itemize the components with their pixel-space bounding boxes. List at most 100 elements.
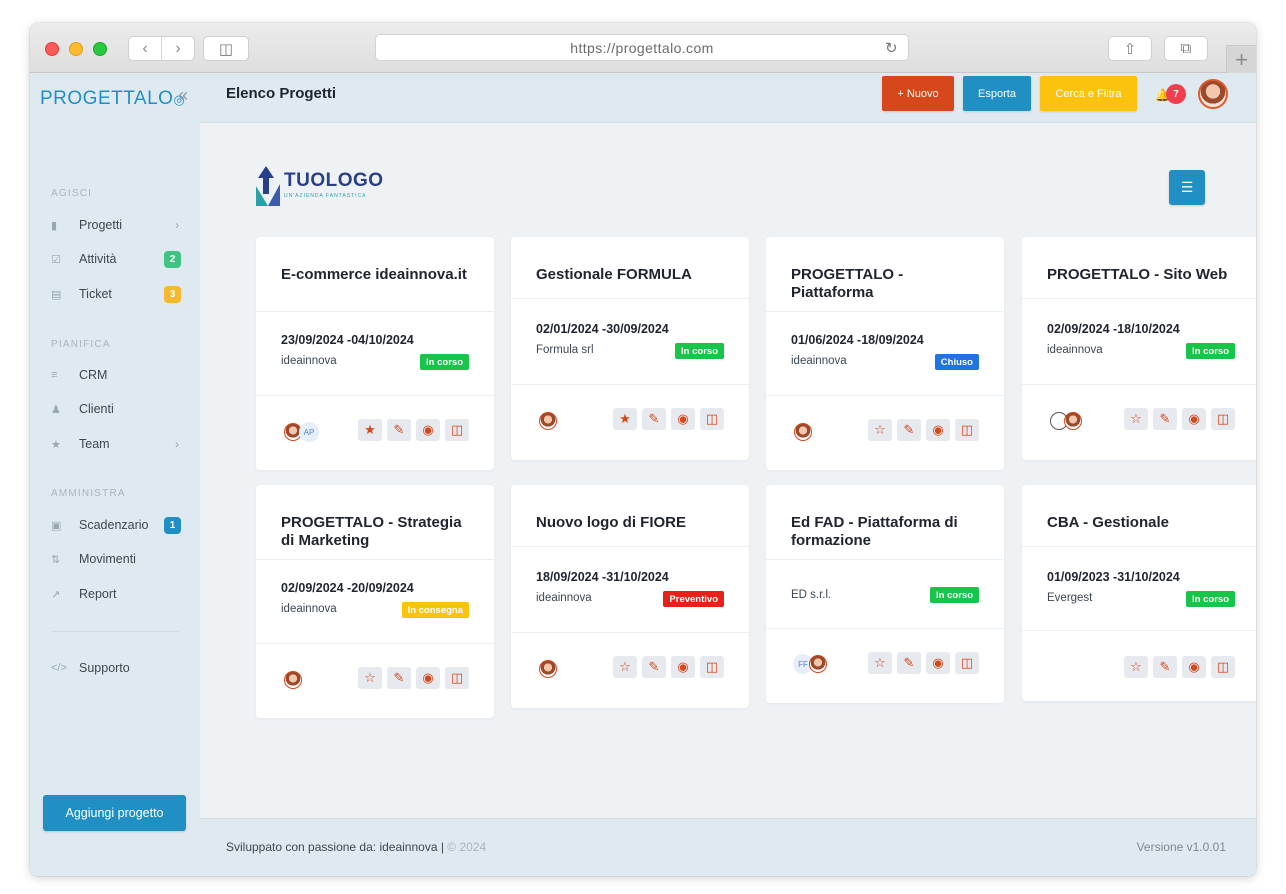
edit-pencil-icon[interactable]: ✎	[897, 652, 921, 674]
address-bar[interactable]: https://progettalo.com ↻	[375, 34, 909, 61]
avatar[interactable]	[539, 660, 557, 678]
project-card[interactable]: PROGETTALO - Strategia di Marketing 02/0…	[256, 485, 494, 718]
sidebar-item-clients[interactable]: ♟ Clienti	[51, 399, 181, 419]
favorite-star-icon[interactable]: ☆	[358, 667, 382, 689]
tabs-overview-icon[interactable]: ⧉	[1164, 36, 1208, 61]
avatar[interactable]	[539, 412, 557, 430]
sidebar-item-projects[interactable]: ▮ Progetti ›	[51, 215, 181, 235]
delete-trash-icon[interactable]: ◫	[445, 667, 469, 689]
notification-count-badge[interactable]: 7	[1166, 84, 1186, 104]
sidebar-item-movements[interactable]: ⇅ Movimenti	[51, 549, 181, 569]
project-title[interactable]: CBA - Gestionale	[1047, 514, 1242, 532]
delete-trash-icon[interactable]: ◫	[700, 656, 724, 678]
sidebar-item-team[interactable]: ★ Team ›	[51, 434, 181, 454]
edit-pencil-icon[interactable]: ✎	[387, 419, 411, 441]
avatar-initials[interactable]: AP	[299, 422, 319, 442]
close-window-button[interactable]	[45, 42, 59, 56]
project-dates: 18/09/2024 -31/10/2024	[536, 570, 669, 584]
delete-trash-icon[interactable]: ◫	[955, 419, 979, 441]
favorite-star-icon[interactable]: ☆	[1124, 408, 1148, 430]
minimize-window-button[interactable]	[69, 42, 83, 56]
chevron-right-icon: ›	[175, 437, 179, 451]
view-eye-icon[interactable]: ◉	[1182, 656, 1206, 678]
user-avatar[interactable]	[1198, 79, 1228, 109]
add-project-button[interactable]: Aggiungi progetto	[43, 795, 186, 831]
project-title[interactable]: PROGETTALO - Strategia di Marketing	[281, 514, 476, 550]
page-title: Elenco Progetti	[226, 85, 337, 102]
view-eye-icon[interactable]: ◉	[1182, 408, 1206, 430]
project-dates: 02/01/2024 -30/09/2024	[536, 322, 669, 336]
project-card[interactable]: PROGETTALO - Piattaforma 01/06/2024 -18/…	[766, 237, 1004, 470]
project-title[interactable]: Gestionale FORMULA	[536, 266, 731, 284]
sidebar-item-ticket[interactable]: ▤ Ticket 3	[51, 284, 181, 304]
avatar[interactable]	[284, 671, 302, 689]
edit-pencil-icon[interactable]: ✎	[642, 656, 666, 678]
favorite-star-icon[interactable]: ☆	[868, 419, 892, 441]
back-arrow-icon[interactable]: ‹	[129, 37, 162, 60]
collapse-sidebar-icon[interactable]: «	[178, 85, 188, 106]
edit-pencil-icon[interactable]: ✎	[1153, 656, 1177, 678]
project-client: ideainnova	[536, 592, 592, 604]
card-divider	[766, 628, 1004, 629]
sidebar-item-support[interactable]: </> Supporto	[51, 658, 181, 678]
status-badge: In consegna	[401, 602, 469, 618]
edit-pencil-icon[interactable]: ✎	[1153, 408, 1177, 430]
forward-arrow-icon[interactable]: ›	[162, 37, 194, 60]
delete-trash-icon[interactable]: ◫	[1211, 656, 1235, 678]
favorite-star-icon[interactable]: ☆	[868, 652, 892, 674]
project-title[interactable]: PROGETTALO - Sito Web	[1047, 266, 1242, 284]
project-title[interactable]: Ed FAD - Piattaforma di formazione	[791, 514, 986, 550]
transfer-icon: ⇅	[51, 553, 61, 566]
app-logo[interactable]: PROGETTALO◎	[40, 88, 185, 110]
card-divider	[1022, 298, 1256, 299]
view-eye-icon[interactable]: ◉	[671, 408, 695, 430]
avatar[interactable]	[809, 655, 827, 673]
list-view-button[interactable]: ☰	[1169, 170, 1205, 205]
project-card[interactable]: CBA - Gestionale 01/09/2023 -31/10/2024 …	[1022, 485, 1256, 701]
avatar[interactable]	[1064, 412, 1082, 430]
sidebar-toggle-icon[interactable]: ◫	[203, 36, 249, 61]
project-title[interactable]: PROGETTALO - Piattaforma	[791, 266, 986, 302]
new-project-button[interactable]: + Nuovo	[882, 76, 954, 111]
project-card[interactable]: PROGETTALO - Sito Web 02/09/2024 -18/10/…	[1022, 237, 1256, 460]
sidebar-item-report[interactable]: ↗ Report	[51, 584, 181, 604]
view-eye-icon[interactable]: ◉	[926, 419, 950, 441]
delete-trash-icon[interactable]: ◫	[700, 408, 724, 430]
project-card[interactable]: Nuovo logo di FIORE 18/09/2024 -31/10/20…	[511, 485, 749, 708]
sidebar-item-crm[interactable]: ≡ CRM	[51, 365, 181, 385]
project-title[interactable]: E-commerce ideainnova.it	[281, 266, 476, 284]
new-tab-icon[interactable]: +	[1226, 45, 1256, 73]
project-card[interactable]: Gestionale FORMULA 02/01/2024 -30/09/202…	[511, 237, 749, 460]
card-actions: ☆ ✎ ◉ ◫	[358, 667, 469, 689]
project-card[interactable]: E-commerce ideainnova.it 23/09/2024 -04/…	[256, 237, 494, 470]
delete-trash-icon[interactable]: ◫	[445, 419, 469, 441]
export-button[interactable]: Esporta	[963, 76, 1031, 111]
avatar[interactable]	[794, 423, 812, 441]
project-title[interactable]: Nuovo logo di FIORE	[536, 514, 731, 532]
edit-pencil-icon[interactable]: ✎	[642, 408, 666, 430]
project-card[interactable]: Ed FAD - Piattaforma di formazione ED s.…	[766, 485, 1004, 703]
card-divider	[766, 311, 1004, 312]
view-eye-icon[interactable]: ◉	[926, 652, 950, 674]
sidebar-divider	[51, 631, 179, 632]
search-filter-button[interactable]: Cerca e Filtra	[1040, 76, 1137, 111]
view-eye-icon[interactable]: ◉	[416, 419, 440, 441]
view-eye-icon[interactable]: ◉	[416, 667, 440, 689]
sidebar-item-activities[interactable]: ☑ Attività 2	[51, 249, 181, 269]
project-client: ED s.r.l.	[791, 589, 832, 601]
card-divider	[511, 384, 749, 385]
favorite-star-icon[interactable]: ☆	[613, 656, 637, 678]
sidebar-item-deadlines[interactable]: ▣ Scadenzario 1	[51, 515, 181, 535]
favorite-filled-star-icon[interactable]: ★	[613, 408, 637, 430]
edit-pencil-icon[interactable]: ✎	[897, 419, 921, 441]
view-eye-icon[interactable]: ◉	[671, 656, 695, 678]
delete-trash-icon[interactable]: ◫	[955, 652, 979, 674]
reload-icon[interactable]: ↻	[885, 39, 898, 57]
delete-trash-icon[interactable]: ◫	[1211, 408, 1235, 430]
favorite-star-icon[interactable]: ☆	[1124, 656, 1148, 678]
share-icon[interactable]: ⇧	[1108, 36, 1152, 61]
favorite-filled-star-icon[interactable]: ★	[358, 419, 382, 441]
edit-pencil-icon[interactable]: ✎	[387, 667, 411, 689]
maximize-window-button[interactable]	[93, 42, 107, 56]
card-divider	[256, 311, 494, 312]
